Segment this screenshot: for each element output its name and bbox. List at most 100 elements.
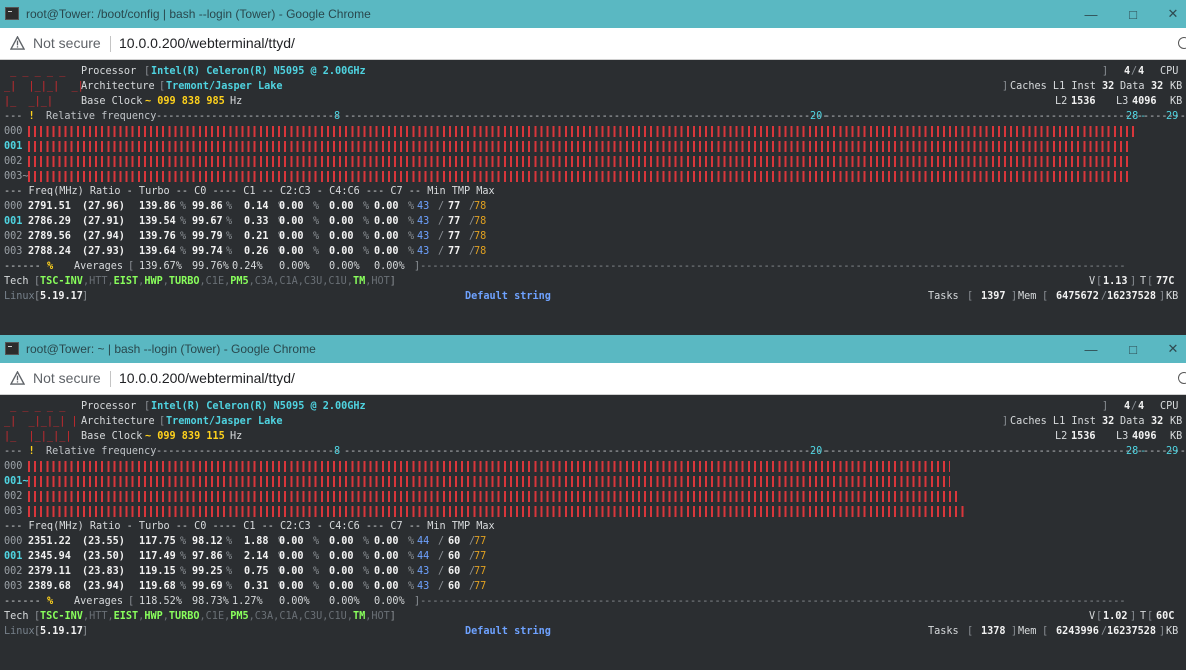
terminal-app-icon — [5, 342, 19, 355]
percent-sign: % — [313, 581, 320, 592]
percent-sign: % — [180, 216, 187, 227]
address-bar[interactable]: Not secure 10.0.0.200/webterminal/ttyd/ — [0, 28, 1186, 60]
processor-row: _ _ _ _ _ Processor [ Intel(R) Celeron(R… — [4, 401, 1179, 412]
cell-turbo: 119.68 — [139, 581, 176, 592]
reload-edge-icon[interactable] — [1178, 37, 1186, 49]
cell-freq: 2389.68 — [28, 581, 71, 592]
terminal[interactable]: _ _ _ _ _ Processor [ Intel(R) Celeron(R… — [0, 60, 1186, 333]
slash: / — [438, 536, 445, 547]
architecture-row: _| |_|_| _| Architecture [ Tremont/Jaspe… — [4, 81, 1183, 92]
percent-sign: % — [363, 581, 370, 592]
percent-sign: % — [408, 201, 415, 212]
cell-tmp: 60 — [448, 536, 461, 547]
cpu-bar-row: 000 — [4, 124, 1137, 139]
not-secure-warning-icon[interactable] — [10, 371, 25, 385]
minimize-icon[interactable]: — — [1068, 335, 1114, 363]
tech-flag-hot: HOT — [371, 276, 390, 287]
address-bar[interactable]: Not secure 10.0.0.200/webterminal/ttyd/ — [0, 363, 1186, 395]
cell-cpu: 000 — [4, 536, 23, 547]
not-secure-label[interactable]: Not secure — [33, 35, 101, 51]
cell-c1: 0.31 — [244, 581, 269, 592]
cell-cpu: 001 — [4, 216, 23, 227]
cell-max: 78 — [474, 246, 487, 257]
frequency-bar — [28, 461, 950, 472]
address-separator — [110, 371, 111, 387]
slash: / — [438, 201, 445, 212]
frequency-bar — [28, 491, 961, 502]
processor-name: Intel(R) Celeron(R) N5095 @ 2.00GHz — [151, 401, 366, 412]
not-secure-label[interactable]: Not secure — [33, 370, 101, 386]
cell-c3: 0.00 — [279, 566, 304, 577]
close-icon[interactable]: ✕ — [1150, 335, 1186, 363]
url-text[interactable]: 10.0.0.200/webterminal/ttyd/ — [119, 35, 295, 51]
cell-c7: 0.00 — [374, 246, 399, 257]
close-icon[interactable]: ✕ — [1150, 0, 1186, 28]
cell-cpu: 001 — [4, 551, 23, 562]
cell-cpu: 003 — [4, 581, 23, 592]
tech-flag-turbo: TURBO — [168, 611, 200, 622]
cell-cpu: 000 — [4, 201, 23, 212]
tech-flag-tm: TM — [352, 276, 366, 287]
tech-flag-tsc-inv: TSC-INV — [40, 276, 83, 287]
architecture-row: _| _|_|_| | Architecture [ Tremont/Jaspe… — [4, 416, 1183, 427]
percent-sign: % — [408, 581, 415, 592]
cell-max: 78 — [474, 201, 487, 212]
cell-c7: 0.00 — [374, 216, 399, 227]
reload-edge-icon[interactable] — [1178, 372, 1186, 384]
percent-sign: % — [226, 216, 233, 227]
title-bar[interactable]: root@Tower: ~ | bash --login (Tower) - G… — [0, 335, 1186, 363]
cell-ratio: (23.55) — [82, 536, 125, 547]
cell-c7: 0.00 — [374, 551, 399, 562]
tech-row: Tech [ TSC-INV,HTT,EIST,HWP,TURBO,C1E,PM… — [4, 611, 1175, 622]
tech-flag-hwp: HWP — [144, 611, 163, 622]
cell-c0: 99.86 — [192, 201, 223, 212]
cell-c1: 0.21 — [244, 231, 269, 242]
cell-min: 44 — [417, 536, 430, 547]
cell-c3: 0.00 — [279, 246, 304, 257]
cell-c3: 0.00 — [279, 216, 304, 227]
base-clock-row: |_ |_|_|_| Base Clock ~ 099 839 115 Hz L… — [4, 431, 1183, 442]
frequency-bar — [28, 156, 1132, 167]
tech-flag-c1a: C1A — [279, 276, 298, 287]
cell-c7: 0.00 — [374, 581, 399, 592]
base-clock-value: ~ 099 838 985 — [145, 96, 225, 107]
percent-sign: % — [226, 581, 233, 592]
cell-c1: 0.14 — [244, 201, 269, 212]
percent-sign: % — [313, 201, 320, 212]
frequency-bar — [28, 506, 966, 517]
cell-cpu: 002 — [4, 566, 23, 577]
tech-flag-c1u: C1U — [328, 611, 347, 622]
cell-turbo: 119.15 — [139, 566, 176, 577]
percent-sign: % — [226, 231, 233, 242]
slash: / — [438, 216, 445, 227]
cell-c3: 0.00 — [279, 551, 304, 562]
cell-c3: 0.00 — [279, 231, 304, 242]
cell-turbo: 117.75 — [139, 536, 176, 547]
tech-flag-c1e: C1E — [205, 611, 225, 622]
cell-ratio: (23.94) — [82, 581, 125, 592]
cell-c6: 0.00 — [329, 216, 354, 227]
url-text[interactable]: 10.0.0.200/webterminal/ttyd/ — [119, 370, 295, 386]
cpu-bar-row: 001 — [4, 139, 1132, 154]
terminal[interactable]: _ _ _ _ _ Processor [ Intel(R) Celeron(R… — [0, 395, 1186, 670]
cell-c1: 2.14 — [244, 551, 269, 562]
percent-sign: % — [180, 201, 187, 212]
cell-c6: 0.00 — [329, 201, 354, 212]
tech-flag-c3a: C3A — [254, 276, 274, 287]
minimize-icon[interactable]: — — [1068, 0, 1114, 28]
percent-sign: % — [180, 566, 187, 577]
cell-turbo: 139.54 — [139, 216, 176, 227]
title-bar[interactable]: root@Tower: /boot/config | bash --login … — [0, 0, 1186, 28]
percent-sign: % — [363, 201, 370, 212]
cell-c7: 0.00 — [374, 201, 399, 212]
tech-flag-htt: HTT — [89, 611, 108, 622]
cell-c1: 0.26 — [244, 246, 269, 257]
percent-sign: % — [313, 566, 320, 577]
percent-sign: % — [408, 536, 415, 547]
cell-tmp: 77 — [448, 201, 461, 212]
cell-c7: 0.00 — [374, 231, 399, 242]
percent-sign: % — [363, 551, 370, 562]
not-secure-warning-icon[interactable] — [10, 36, 25, 50]
cell-min: 43 — [417, 581, 430, 592]
chrome-window-1: root@Tower: /boot/config | bash --login … — [0, 0, 1186, 333]
